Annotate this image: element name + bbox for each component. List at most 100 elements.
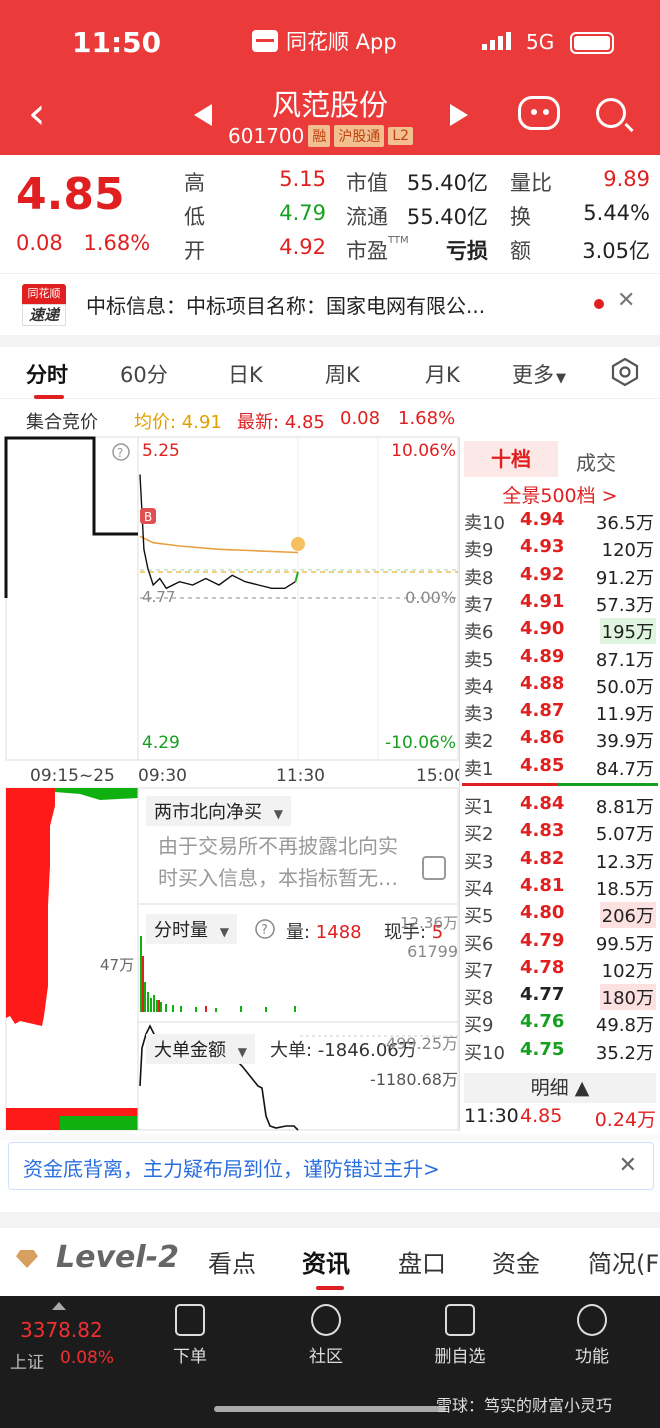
auction-frame (5, 436, 139, 761)
north-indicator-select[interactable]: 两市北向净买 ▼ (146, 796, 291, 826)
tab-underline (34, 395, 64, 399)
ask-row[interactable]: 卖10 4.94 36.5万 (464, 507, 656, 534)
robot-assistant-icon[interactable] (518, 96, 560, 130)
big-order-indicator-select[interactable]: 大单金额 ▼ (146, 1034, 255, 1064)
pct-tick-mid: 0.00% (405, 588, 456, 607)
tab-highlights[interactable]: 看点 (208, 1244, 256, 1279)
x-tick-auction: 09:15~25 (30, 766, 115, 786)
app-header: 11:50 同花顺 App 5G ‹ 风范股份 601700 融 沪股通 L2 (0, 0, 660, 155)
tab-daily[interactable]: 日K (228, 359, 263, 389)
last-trade-time: 11:30 (464, 1105, 519, 1127)
ask-row[interactable]: 卖7 4.91 57.3万 (464, 589, 656, 616)
bid-qty: 18.5万 (595, 878, 654, 900)
tag-hkconnect: 沪股通 (334, 125, 385, 147)
bid-row[interactable]: 买2 4.83 5.07万 (464, 818, 656, 845)
ask-level: 卖6 (464, 622, 494, 644)
chart-legend: 集合竞价 均价: 4.91 最新: 4.85 0.08 1.68% (0, 402, 460, 436)
bid-qty: 99.5万 (595, 933, 654, 955)
ask-row[interactable]: 卖8 4.92 91.2万 (464, 562, 656, 589)
bid-level: 买7 (464, 960, 494, 982)
expand-up-icon[interactable] (52, 1302, 66, 1310)
tab-intraday[interactable]: 分时 (26, 359, 68, 389)
order-button[interactable]: 下单 (150, 1304, 230, 1367)
full-depth-link[interactable]: 全景500档 > (460, 481, 660, 508)
stat-value: 9.89 (603, 167, 650, 191)
status-app: 同花顺 App (252, 26, 397, 56)
ask-row[interactable]: 卖5 4.89 87.1万 (464, 644, 656, 671)
bid-row[interactable]: 买8 4.77 180万 (464, 982, 656, 1011)
network-type: 5G (526, 30, 555, 54)
info-tabs: Level-2 看点 资讯 盘口 资金 简况(F (0, 1230, 660, 1294)
strip-change: 0.08 (340, 408, 381, 429)
next-stock-icon[interactable] (450, 104, 468, 126)
expand-icon[interactable] (422, 856, 446, 880)
tab-funds[interactable]: 资金 (492, 1244, 540, 1279)
bid-level: 买2 (464, 824, 494, 846)
ask-level: 卖9 (464, 540, 494, 562)
tag-l2: L2 (388, 127, 414, 145)
section-divider (0, 1212, 660, 1228)
bid-price: 4.84 (520, 793, 565, 814)
intraday-chart[interactable]: ? B 5.25 4.29 10.06% 0.00% -10.06% 4.77 … (0, 436, 460, 786)
tab-ten-level[interactable]: 十档 (464, 441, 558, 477)
bid-row[interactable]: 买7 4.78 102万 (464, 955, 656, 982)
change-pct: 1.68% (83, 231, 151, 255)
promo-text[interactable]: 资金底背离，主力疑布局到位，谨防错过主升> (23, 1153, 440, 1182)
stat-label: 市盈 (346, 239, 388, 263)
bid-qty: 8.81万 (595, 797, 654, 818)
functions-button[interactable]: 功能 (552, 1304, 632, 1367)
bid-price: 4.81 (520, 874, 565, 896)
bid-level: 买10 (464, 1042, 505, 1064)
tab-60min[interactable]: 60分 (120, 359, 168, 389)
tab-more[interactable]: 更多 ▼ (512, 359, 566, 389)
ask-price: 4.94 (520, 509, 565, 530)
bid-row[interactable]: 买4 4.81 18.5万 (464, 873, 656, 900)
pct-tick-bottom: -10.06% (385, 733, 456, 753)
pct-tick-top: 10.06% (391, 441, 456, 461)
index-value[interactable]: 3378.82 (20, 1318, 103, 1342)
ask-price: 4.85 (520, 754, 565, 776)
bid-level: 买3 (464, 851, 494, 873)
bid-row[interactable]: 买1 4.84 8.81万 (464, 791, 656, 818)
stat-label: 量比 (510, 171, 552, 195)
search-icon[interactable] (596, 98, 626, 128)
bid-level: 买1 (464, 797, 494, 818)
tab-profile[interactable]: 简况(F (588, 1244, 659, 1279)
news-ticker[interactable]: 同花顺 速递 中标信息：中标项目名称：国家电网有限公... ✕ (0, 273, 660, 335)
big-axis-top: -499.25万 (380, 1034, 458, 1053)
tab-handicap[interactable]: 盘口 (398, 1244, 446, 1279)
prev-close-label: 4.77 (142, 588, 175, 606)
ask-row[interactable]: 卖9 4.93 120万 (464, 534, 656, 561)
bid-row[interactable]: 买10 4.75 35.2万 (464, 1037, 656, 1064)
tab-trades[interactable]: 成交 (576, 447, 616, 476)
close-icon[interactable]: ✕ (617, 288, 635, 313)
bid-price: 4.80 (520, 902, 565, 924)
tab-monthly[interactable]: 月K (425, 359, 460, 389)
help-icon[interactable]: ? (254, 918, 276, 940)
community-label: 社区 (309, 1347, 343, 1367)
ask-price: 4.86 (520, 727, 565, 749)
ask-row[interactable]: 卖4 4.88 50.0万 (464, 671, 656, 698)
news-text[interactable]: 中标信息：中标项目名称：国家电网有限公... (86, 290, 586, 319)
close-icon[interactable]: ✕ (619, 1153, 637, 1178)
ask-row[interactable]: 卖6 4.90 195万 (464, 616, 656, 645)
volume-indicator-select[interactable]: 分时量 ▼ (146, 914, 237, 944)
bid-row[interactable]: 买5 4.80 206万 (464, 900, 656, 929)
ask-row[interactable]: 卖1 4.85 84.7万 (464, 753, 656, 780)
tab-news[interactable]: 资讯 (302, 1244, 350, 1279)
order-form-icon (175, 1304, 205, 1336)
bid-row[interactable]: 买9 4.76 49.8万 (464, 1009, 656, 1036)
promo-banner[interactable]: 资金底背离，主力疑布局到位，谨防错过主升> ✕ (8, 1142, 654, 1190)
bid-row[interactable]: 买3 4.82 12.3万 (464, 846, 656, 873)
ask-row[interactable]: 卖3 4.87 11.9万 (464, 698, 656, 725)
strip-pct: 1.68% (398, 408, 456, 429)
last-trade-vol: 0.24万 (594, 1109, 656, 1131)
app-logo-icon (252, 30, 278, 52)
settings-icon[interactable] (610, 357, 640, 387)
detail-toggle[interactable]: 明细 ▲ (464, 1073, 656, 1103)
remove-watchlist-button[interactable]: 删自选 (420, 1304, 500, 1367)
tab-weekly[interactable]: 周K (325, 359, 360, 389)
community-button[interactable]: 社区 (286, 1304, 366, 1367)
bid-row[interactable]: 买6 4.79 99.5万 (464, 928, 656, 955)
ask-row[interactable]: 卖2 4.86 39.9万 (464, 725, 656, 752)
